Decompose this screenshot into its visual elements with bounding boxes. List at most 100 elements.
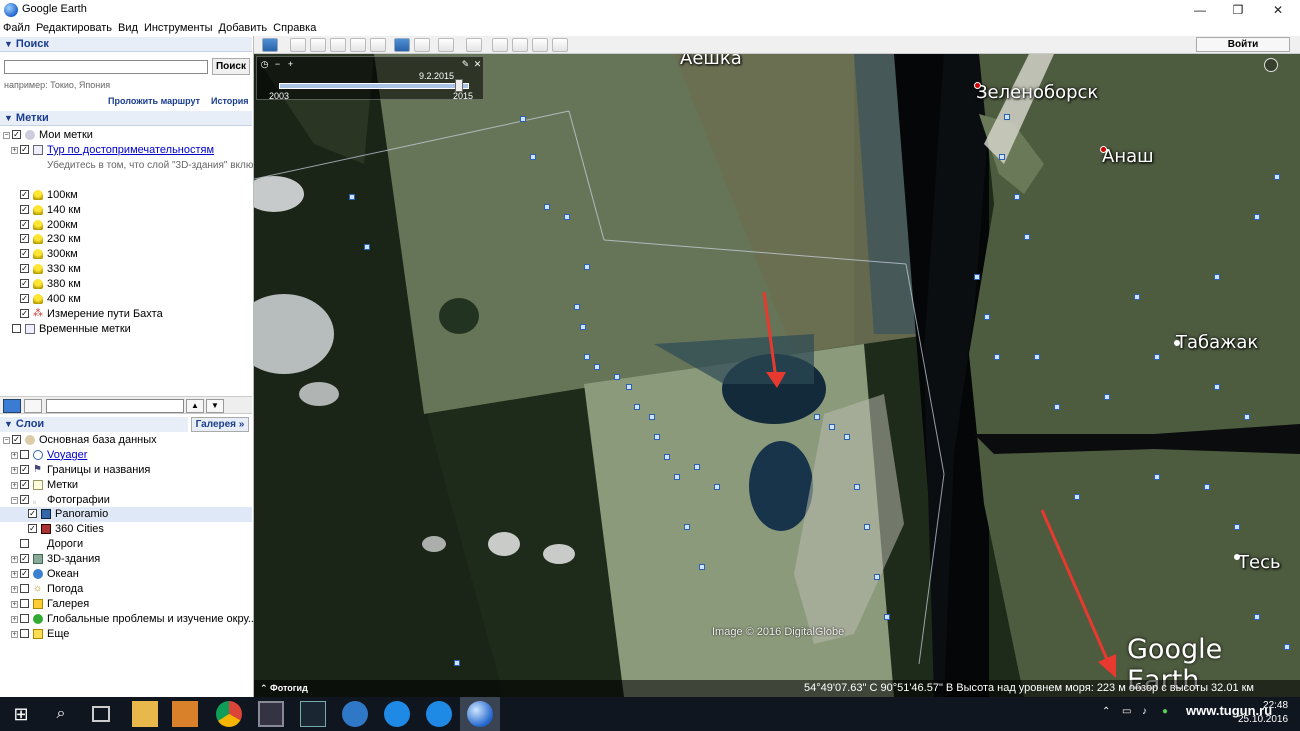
checkbox[interactable]: ✓ bbox=[28, 524, 37, 534]
photo-marker-icon[interactable] bbox=[1004, 114, 1010, 120]
photo-marker-icon[interactable] bbox=[1234, 524, 1240, 530]
layer-roads[interactable]: Дороги bbox=[0, 537, 252, 552]
layer-weather[interactable]: + ☼ Погода bbox=[0, 582, 252, 597]
photo-marker-icon[interactable] bbox=[829, 424, 835, 430]
sidebar-toggle-icon[interactable] bbox=[262, 38, 278, 52]
add-polygon-icon[interactable] bbox=[310, 38, 326, 52]
photo-marker-icon[interactable] bbox=[884, 614, 890, 620]
checkbox[interactable]: ✓ bbox=[20, 264, 29, 274]
history-link[interactable]: История bbox=[211, 96, 249, 106]
windows-start-icon[interactable]: ⊞ bbox=[8, 701, 34, 727]
photo-marker-icon[interactable] bbox=[844, 434, 850, 440]
checkbox[interactable] bbox=[20, 613, 29, 623]
tree-item-placemark[interactable]: ✓ 140 км bbox=[0, 203, 252, 218]
system-clock[interactable]: 22:48 25.10.2016 bbox=[1238, 699, 1288, 727]
photo-marker-icon[interactable] bbox=[874, 574, 880, 580]
lightroom-icon[interactable] bbox=[300, 701, 326, 727]
search-button[interactable]: Поиск bbox=[212, 58, 250, 75]
layer-panoramio[interactable]: ✓ Panoramio bbox=[0, 507, 252, 523]
photo-marker-icon[interactable] bbox=[530, 154, 536, 160]
photo-marker-icon[interactable] bbox=[684, 524, 690, 530]
expand-toggle[interactable]: + bbox=[11, 600, 18, 608]
time-slider-track[interactable] bbox=[279, 83, 469, 89]
app-tray-icon[interactable]: ● bbox=[1162, 706, 1168, 717]
print-icon[interactable] bbox=[512, 38, 528, 52]
zoom-app-icon[interactable] bbox=[384, 701, 410, 727]
panel-toggle-icon[interactable] bbox=[24, 399, 42, 413]
save-image-icon[interactable] bbox=[532, 38, 548, 52]
photo-marker-icon[interactable] bbox=[364, 244, 370, 250]
camera-app-icon[interactable] bbox=[258, 701, 284, 727]
checkbox[interactable]: ✓ bbox=[20, 279, 29, 289]
sunlight-icon[interactable] bbox=[414, 38, 430, 52]
photo-marker-icon[interactable] bbox=[544, 204, 550, 210]
tray-expand-icon[interactable]: ⌃ bbox=[1102, 706, 1110, 717]
layer-global-awareness[interactable]: + Глобальные проблемы и изучение окру... bbox=[0, 612, 253, 627]
layer-places[interactable]: + ✓ Метки bbox=[0, 478, 252, 493]
task-view-icon[interactable] bbox=[92, 706, 110, 722]
expand-toggle[interactable]: + bbox=[11, 466, 18, 474]
checkbox[interactable]: ✓ bbox=[28, 509, 37, 519]
move-down-icon[interactable]: ▼ bbox=[206, 399, 224, 413]
tree-item-placemark[interactable]: ✓ 380 км bbox=[0, 277, 252, 292]
photo-marker-icon[interactable] bbox=[1254, 614, 1260, 620]
photo-marker-icon[interactable] bbox=[520, 116, 526, 122]
expand-toggle[interactable]: + bbox=[11, 585, 18, 593]
places-filter-input[interactable] bbox=[46, 399, 184, 413]
photo-marker-icon[interactable] bbox=[454, 660, 460, 666]
photo-marker-icon[interactable] bbox=[654, 434, 660, 440]
photo-marker-icon[interactable] bbox=[1214, 384, 1220, 390]
layer-borders[interactable]: + ✓ ⚑ Границы и названия bbox=[0, 463, 252, 478]
compass-icon[interactable] bbox=[1264, 58, 1278, 72]
photo-marker-icon[interactable] bbox=[649, 414, 655, 420]
checkbox[interactable]: ✓ bbox=[20, 189, 29, 199]
expand-toggle[interactable]: + bbox=[11, 146, 18, 154]
checkbox[interactable] bbox=[20, 628, 29, 638]
add-placemark-icon[interactable] bbox=[290, 38, 306, 52]
tree-item-placemark[interactable]: ✓ 200км bbox=[0, 218, 252, 233]
photo-marker-icon[interactable] bbox=[614, 374, 620, 380]
photo-marker-icon[interactable] bbox=[1154, 354, 1160, 360]
photo-marker-icon[interactable] bbox=[814, 414, 820, 420]
photo-marker-icon[interactable] bbox=[1054, 404, 1060, 410]
zoom-out-icon[interactable]: − bbox=[273, 60, 282, 69]
search-icon[interactable]: ⌕ bbox=[48, 701, 74, 727]
tree-item-placemark[interactable]: ✓ 330 км bbox=[0, 262, 252, 277]
photo-marker-icon[interactable] bbox=[1074, 494, 1080, 500]
volume-icon[interactable]: ♪ bbox=[1142, 706, 1147, 717]
thunderbird-icon[interactable] bbox=[342, 701, 368, 727]
tree-item-placemark[interactable]: ✓ 400 км bbox=[0, 292, 252, 307]
close-button[interactable]: ✕ bbox=[1258, 0, 1298, 20]
layer-gallery[interactable]: + Галерея bbox=[0, 597, 252, 612]
login-button[interactable]: Войти bbox=[1196, 37, 1290, 52]
expand-toggle[interactable]: + bbox=[11, 556, 18, 564]
checkbox[interactable]: ✓ bbox=[20, 204, 29, 214]
checkbox[interactable] bbox=[20, 449, 29, 459]
expand-toggle[interactable]: + bbox=[11, 615, 18, 623]
checkbox[interactable] bbox=[20, 598, 29, 608]
photo-marker-icon[interactable] bbox=[854, 484, 860, 490]
checkbox[interactable]: ✓ bbox=[20, 479, 29, 489]
layer-primary-database[interactable]: − ✓ Основная база данных bbox=[0, 433, 252, 448]
photo-marker-icon[interactable] bbox=[580, 324, 586, 330]
photo-marker-icon[interactable] bbox=[584, 354, 590, 360]
media-player-icon[interactable] bbox=[172, 701, 198, 727]
layer-360-cities[interactable]: ✓ 360 Cities bbox=[0, 522, 252, 537]
menu-view[interactable]: Вид bbox=[115, 20, 141, 36]
checkbox[interactable]: ✓ bbox=[20, 219, 29, 229]
photo-marker-icon[interactable] bbox=[349, 194, 355, 200]
network-icon[interactable]: ▭ bbox=[1122, 706, 1131, 717]
photo-marker-icon[interactable] bbox=[584, 264, 590, 270]
menu-help[interactable]: Справка bbox=[270, 20, 319, 36]
layer-more[interactable]: + Еще bbox=[0, 627, 252, 642]
menu-tools[interactable]: Инструменты bbox=[141, 20, 216, 36]
collapse-toggle[interactable]: − bbox=[3, 437, 10, 444]
clock-icon[interactable]: ◷ bbox=[260, 60, 269, 69]
record-tour-icon[interactable] bbox=[370, 38, 386, 52]
photo-marker-icon[interactable] bbox=[664, 454, 670, 460]
ruler-icon[interactable] bbox=[466, 38, 482, 52]
wrench-icon[interactable]: ✎ bbox=[461, 60, 470, 69]
layer-voyager[interactable]: + Voyager bbox=[0, 448, 252, 463]
chrome-icon[interactable] bbox=[216, 701, 242, 727]
expand-toggle[interactable]: + bbox=[11, 451, 18, 459]
